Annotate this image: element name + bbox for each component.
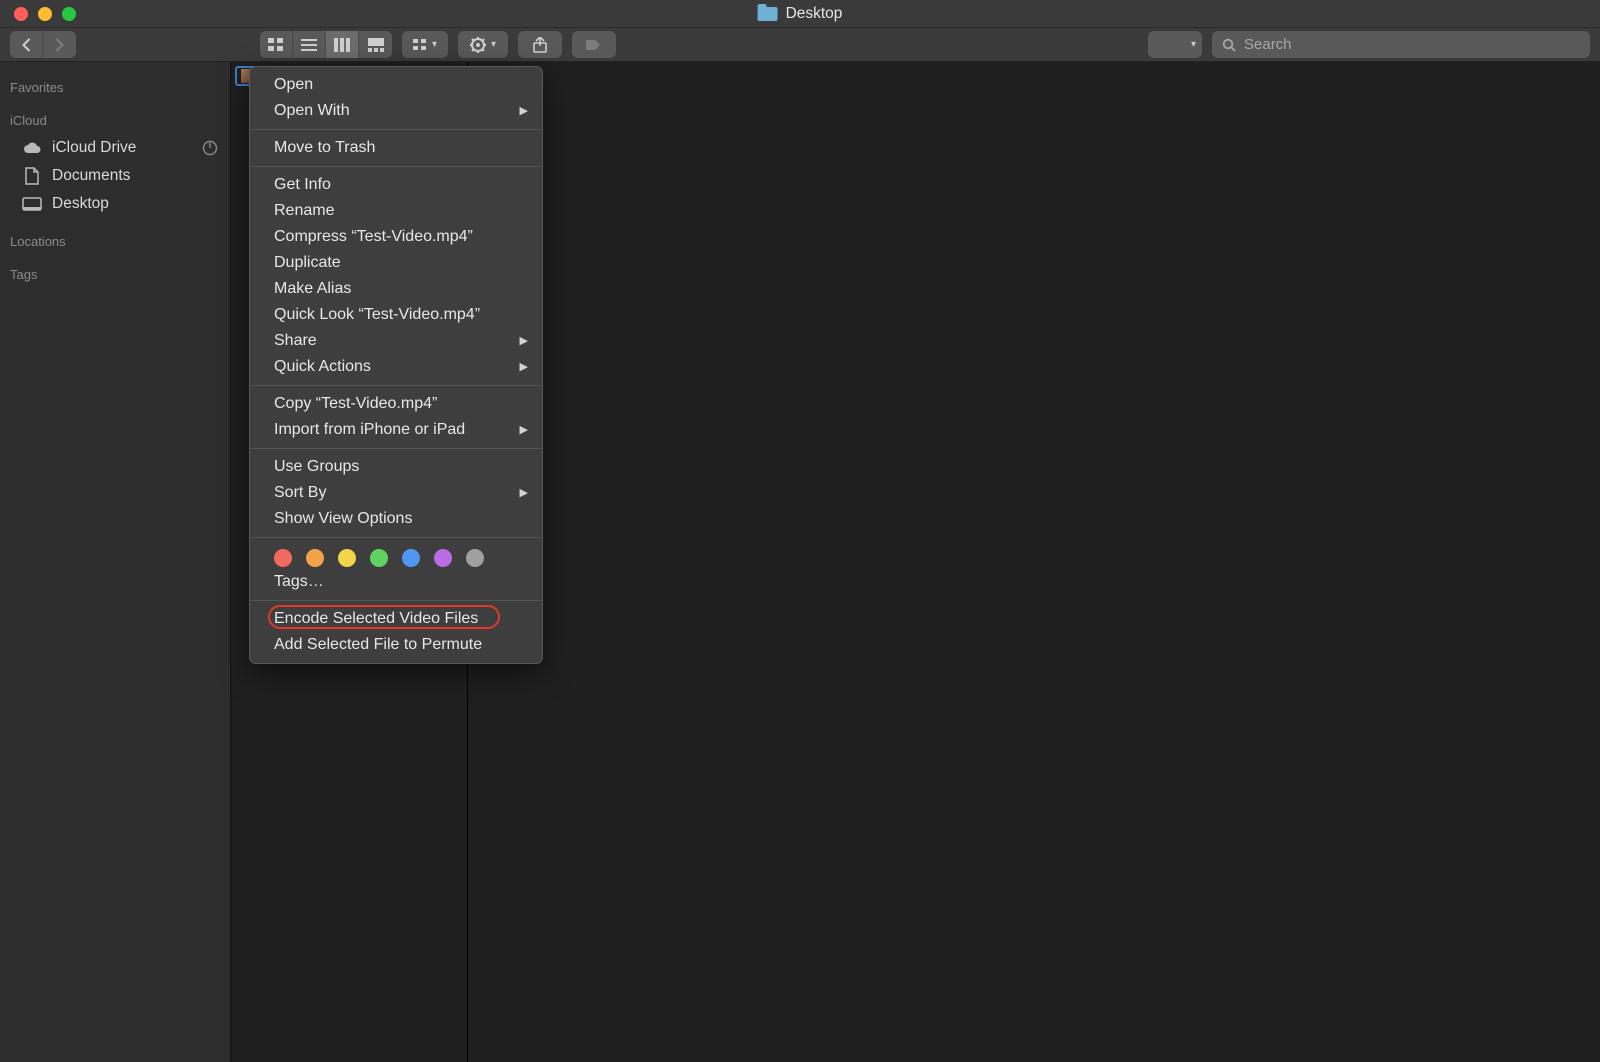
arrange-group: ▾ bbox=[402, 31, 448, 58]
list-view-button[interactable] bbox=[293, 31, 326, 58]
tag-color-dot[interactable] bbox=[338, 549, 356, 567]
context-menu-item[interactable]: Rename bbox=[250, 198, 542, 224]
context-menu-item[interactable]: Encode Selected Video Files bbox=[250, 606, 542, 632]
context-menu-item[interactable]: Show View Options bbox=[250, 506, 542, 532]
sidebar-header-favorites: Favorites bbox=[0, 74, 230, 101]
search-icon bbox=[1222, 38, 1236, 52]
submenu-arrow-icon: ▶ bbox=[520, 419, 528, 441]
context-menu-item[interactable]: Sort By▶ bbox=[250, 480, 542, 506]
context-menu-item[interactable]: Compress “Test-Video.mp4” bbox=[250, 224, 542, 250]
forward-button[interactable] bbox=[43, 31, 76, 58]
search-input[interactable] bbox=[1244, 36, 1580, 53]
minimize-window-button[interactable] bbox=[38, 7, 52, 21]
title-bar: Desktop bbox=[0, 0, 1600, 28]
tag-color-dot[interactable] bbox=[466, 549, 484, 567]
tag-color-dot[interactable] bbox=[434, 549, 452, 567]
annotation-highlight bbox=[268, 605, 500, 629]
sidebar-header-locations: Locations bbox=[0, 228, 230, 255]
document-icon bbox=[22, 168, 42, 184]
context-menu-item[interactable]: Move to Trash bbox=[250, 135, 542, 161]
tag-color-dot[interactable] bbox=[370, 549, 388, 567]
icon-view-button[interactable] bbox=[260, 31, 293, 58]
action-menu-button[interactable]: ▾ bbox=[458, 31, 508, 58]
sidebar-item-label: iCloud Drive bbox=[52, 139, 136, 157]
share-group bbox=[518, 31, 562, 58]
context-menu-item[interactable]: Copy “Test-Video.mp4” bbox=[250, 391, 542, 417]
context-menu-item[interactable]: Import from iPhone or iPad▶ bbox=[250, 417, 542, 443]
edit-tags-button[interactable] bbox=[572, 31, 616, 58]
fullscreen-window-button[interactable] bbox=[62, 7, 76, 21]
context-menu-item[interactable]: Open bbox=[250, 72, 542, 98]
sidebar-item-icloud-drive[interactable]: iCloud Drive bbox=[0, 134, 230, 162]
sidebar-header-icloud: iCloud bbox=[0, 107, 230, 134]
submenu-arrow-icon: ▶ bbox=[520, 330, 528, 352]
toolbar-dropdown[interactable]: ▾ bbox=[1148, 31, 1202, 58]
context-menu-item[interactable]: Make Alias bbox=[250, 276, 542, 302]
sidebar-item-desktop[interactable]: Desktop bbox=[0, 190, 230, 218]
context-menu-tags[interactable]: Tags… bbox=[250, 569, 542, 595]
tag-color-dot[interactable] bbox=[274, 549, 292, 567]
tag-color-dot[interactable] bbox=[306, 549, 324, 567]
context-menu-item[interactable]: Quick Look “Test-Video.mp4” bbox=[250, 302, 542, 328]
toolbar: ▾ ▾ ▾ bbox=[0, 28, 1600, 62]
menu-separator bbox=[251, 166, 541, 167]
submenu-arrow-icon: ▶ bbox=[520, 482, 528, 504]
window-title: Desktop bbox=[758, 5, 843, 23]
share-button[interactable] bbox=[518, 31, 562, 58]
sidebar-item-label: Desktop bbox=[52, 195, 109, 213]
context-menu: OpenOpen With▶ Move to Trash Get InfoRenam… bbox=[249, 66, 543, 664]
search-field[interactable] bbox=[1212, 31, 1590, 58]
arrange-button[interactable]: ▾ bbox=[402, 31, 448, 58]
context-menu-item[interactable]: Duplicate bbox=[250, 250, 542, 276]
context-menu-item[interactable]: Get Info bbox=[250, 172, 542, 198]
action-group: ▾ bbox=[458, 31, 508, 58]
tag-color-dot[interactable] bbox=[402, 549, 420, 567]
context-menu-item[interactable]: Quick Actions▶ bbox=[250, 354, 542, 380]
menu-separator bbox=[251, 129, 541, 130]
menu-separator bbox=[251, 448, 541, 449]
menu-separator bbox=[251, 600, 541, 601]
context-menu-item[interactable]: Open With▶ bbox=[250, 98, 542, 124]
context-menu-item[interactable]: Use Groups bbox=[250, 454, 542, 480]
menu-separator bbox=[251, 385, 541, 386]
context-menu-item[interactable]: Add Selected File to Permute bbox=[250, 632, 542, 658]
column-view-button[interactable] bbox=[326, 31, 359, 58]
nav-group bbox=[10, 31, 76, 58]
tag-color-row bbox=[250, 543, 542, 569]
sidebar-header-tags: Tags bbox=[0, 261, 230, 288]
close-window-button[interactable] bbox=[14, 7, 28, 21]
desktop-icon bbox=[22, 196, 42, 212]
menu-separator bbox=[251, 537, 541, 538]
folder-icon bbox=[758, 7, 778, 21]
view-switcher bbox=[260, 31, 392, 58]
finder-column-2[interactable] bbox=[468, 62, 1600, 1062]
context-menu-item[interactable]: Share▶ bbox=[250, 328, 542, 354]
sync-progress-icon bbox=[202, 140, 218, 156]
tag-group bbox=[572, 31, 616, 58]
sidebar: Favorites iCloud iCloud Drive Documents … bbox=[0, 62, 231, 1062]
submenu-arrow-icon: ▶ bbox=[520, 100, 528, 122]
window-title-text: Desktop bbox=[786, 5, 843, 23]
traffic-lights bbox=[14, 7, 76, 21]
cloud-icon bbox=[22, 140, 42, 156]
submenu-arrow-icon: ▶ bbox=[520, 356, 528, 378]
back-button[interactable] bbox=[10, 31, 43, 58]
gallery-view-button[interactable] bbox=[359, 31, 392, 58]
sidebar-item-label: Documents bbox=[52, 167, 130, 185]
sidebar-item-documents[interactable]: Documents bbox=[0, 162, 230, 190]
